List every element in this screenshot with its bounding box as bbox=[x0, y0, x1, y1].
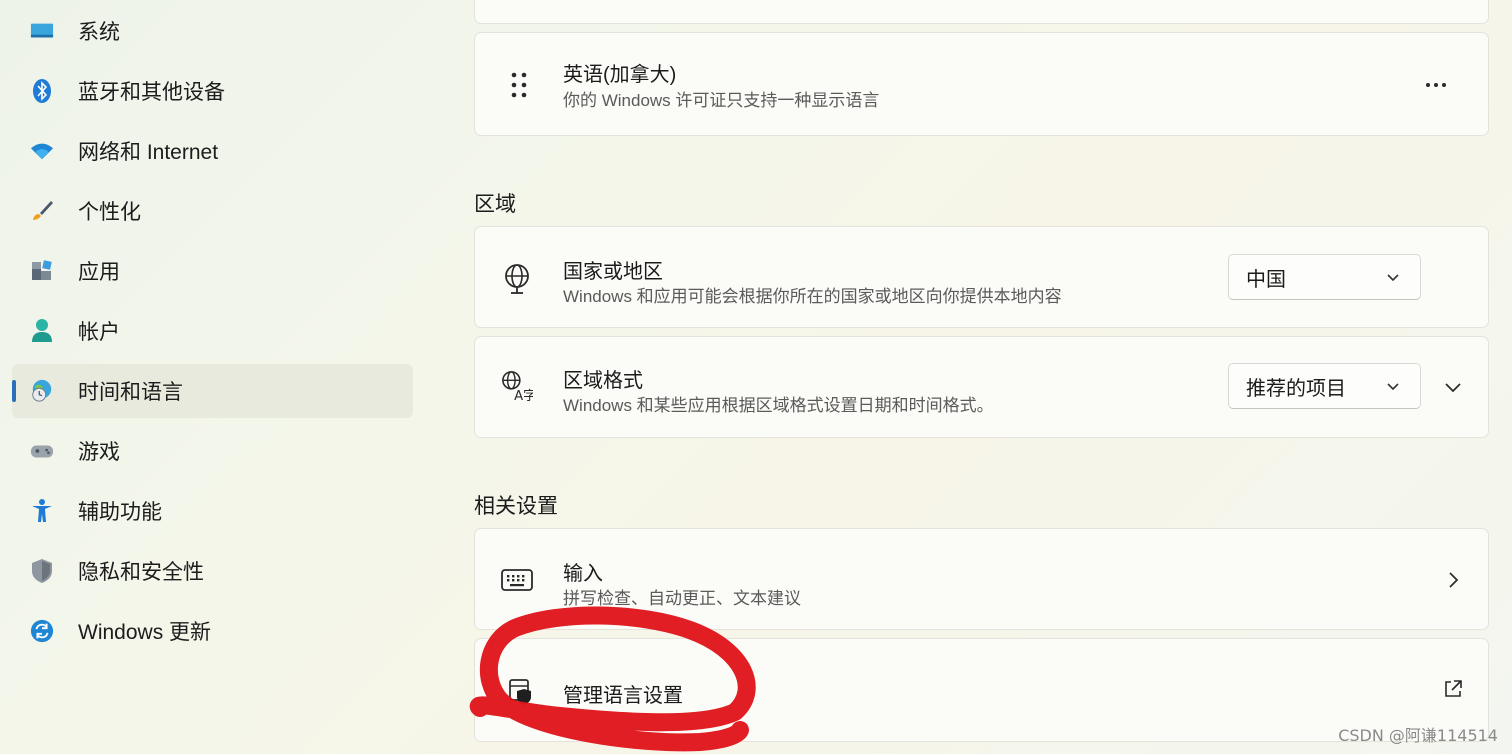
sidebar-item-time-language[interactable]: 时间和语言 bbox=[12, 364, 413, 418]
bluetooth-icon bbox=[30, 79, 54, 103]
globe-icon bbox=[501, 262, 533, 294]
chevron-down-icon bbox=[1386, 269, 1400, 287]
top-card-partial bbox=[474, 0, 1489, 24]
sidebar-item-label: 隐私和安全性 bbox=[78, 561, 204, 584]
sidebar-item-accessibility[interactable]: 辅助功能 bbox=[12, 484, 413, 538]
sidebar-item-personalization[interactable]: 个性化 bbox=[12, 184, 413, 238]
regional-format-subtitle: Windows 和某些应用根据区域格式设置日期和时间格式。 bbox=[563, 396, 994, 415]
admin-shield-icon bbox=[501, 676, 533, 708]
more-icon[interactable] bbox=[1425, 75, 1447, 93]
watermark: CSDN @阿谦114514 bbox=[1338, 726, 1498, 745]
sidebar-item-label: 系统 bbox=[78, 21, 120, 44]
sidebar-item-label: 时间和语言 bbox=[78, 381, 183, 404]
manage-language-title: 管理语言设置 bbox=[563, 685, 683, 707]
external-link-icon bbox=[1443, 679, 1463, 704]
input-title: 输入 bbox=[563, 563, 603, 585]
input-card[interactable]: 输入 拼写检查、自动更正、文本建议 bbox=[474, 528, 1489, 630]
language-title: 英语(加拿大) bbox=[563, 64, 677, 86]
sidebar-item-privacy[interactable]: 隐私和安全性 bbox=[12, 544, 413, 598]
country-dropdown[interactable]: 中国 bbox=[1228, 254, 1421, 300]
country-title: 国家或地区 bbox=[563, 261, 663, 283]
sidebar-item-label: 网络和 Internet bbox=[78, 141, 219, 164]
language-format-icon: A字 bbox=[501, 370, 533, 403]
refresh-icon bbox=[30, 619, 54, 643]
brush-icon bbox=[30, 199, 54, 223]
regional-format-dropdown-value: 推荐的项目 bbox=[1246, 377, 1346, 400]
sidebar-item-label: 辅助功能 bbox=[78, 501, 162, 524]
shield-icon bbox=[30, 559, 54, 583]
gamepad-icon bbox=[30, 439, 54, 463]
chevron-down-icon bbox=[1386, 378, 1400, 396]
apps-icon bbox=[30, 259, 54, 283]
sidebar-item-label: 蓝牙和其他设备 bbox=[78, 81, 225, 104]
sidebar-item-label: 帐户 bbox=[78, 321, 120, 344]
selection-indicator bbox=[12, 380, 16, 402]
related-settings-heading: 相关设置 bbox=[474, 495, 558, 518]
language-subtitle: 你的 Windows 许可证只支持一种显示语言 bbox=[563, 91, 880, 110]
manage-language-card[interactable]: 管理语言设置 bbox=[474, 638, 1489, 742]
sidebar-item-accounts[interactable]: 帐户 bbox=[12, 304, 413, 358]
chevron-right-icon bbox=[1447, 571, 1459, 594]
person-icon bbox=[30, 319, 54, 343]
language-card[interactable]: 英语(加拿大) 你的 Windows 许可证只支持一种显示语言 bbox=[474, 32, 1489, 136]
wifi-icon bbox=[30, 139, 54, 163]
input-subtitle: 拼写检查、自动更正、文本建议 bbox=[563, 589, 801, 608]
regional-format-card[interactable]: A字 区域格式 Windows 和某些应用根据区域格式设置日期和时间格式。 推荐… bbox=[474, 336, 1489, 438]
sidebar-item-label: 应用 bbox=[78, 261, 120, 284]
drag-handle-icon[interactable] bbox=[503, 69, 535, 101]
region-heading: 区域 bbox=[474, 193, 516, 216]
sidebar-item-gaming[interactable]: 游戏 bbox=[12, 424, 413, 478]
accessibility-icon bbox=[30, 499, 54, 523]
regional-format-dropdown[interactable]: 推荐的项目 bbox=[1228, 363, 1421, 409]
sidebar-item-system[interactable]: 系统 bbox=[12, 4, 413, 58]
regional-format-title: 区域格式 bbox=[563, 370, 643, 392]
sidebar-item-windows-update[interactable]: Windows 更新 bbox=[12, 604, 413, 658]
expand-chevron-icon[interactable] bbox=[1444, 381, 1462, 399]
svg-text:A字: A字 bbox=[514, 388, 533, 403]
sidebar-item-label: 游戏 bbox=[78, 441, 120, 464]
sidebar-item-label: 个性化 bbox=[78, 201, 141, 224]
sidebar-item-label: Windows 更新 bbox=[78, 621, 212, 644]
monitor-icon bbox=[30, 19, 54, 43]
globe-clock-icon bbox=[30, 379, 54, 403]
sidebar-item-apps[interactable]: 应用 bbox=[12, 244, 413, 298]
country-dropdown-value: 中国 bbox=[1246, 268, 1286, 291]
country-subtitle: Windows 和应用可能会根据你所在的国家或地区向你提供本地内容 bbox=[563, 287, 1062, 306]
sidebar: 系统 蓝牙和其他设备 网络和 Internet 个性化 应用 帐户 时间和语言 … bbox=[0, 0, 420, 754]
sidebar-item-bluetooth[interactable]: 蓝牙和其他设备 bbox=[12, 64, 413, 118]
country-card: 国家或地区 Windows 和应用可能会根据你所在的国家或地区向你提供本地内容 … bbox=[474, 226, 1489, 328]
keyboard-icon bbox=[501, 564, 533, 596]
sidebar-item-network[interactable]: 网络和 Internet bbox=[12, 124, 413, 178]
